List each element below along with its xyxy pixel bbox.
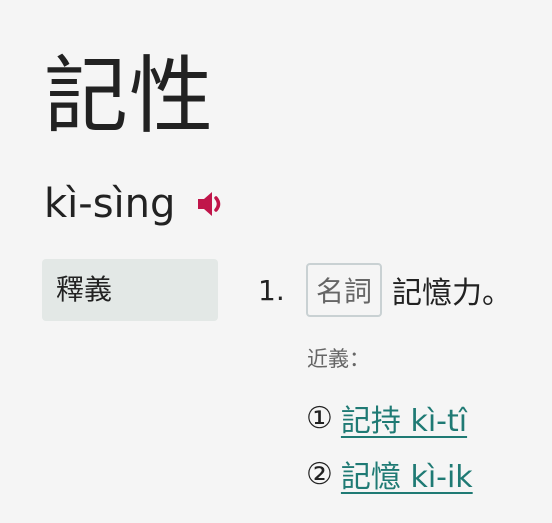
synonym-link[interactable]: 記持 kì-tî <box>341 396 467 440</box>
definition-text: 記憶力。 <box>392 276 513 311</box>
pronunciation-row: kì-sìng <box>44 178 225 230</box>
definition-number: 1. <box>258 273 285 307</box>
synonym-marker: ② <box>306 456 333 492</box>
synonym-item: ② 記憶 kì-ik <box>306 452 473 496</box>
romanization: kì-sìng <box>44 181 176 227</box>
synonyms-label: 近義： <box>307 347 370 371</box>
definition-row: 1. 名詞 記憶力。 <box>258 262 512 318</box>
synonym-item: ① 記持 kì-tî <box>306 396 467 440</box>
speaker-icon[interactable] <box>195 189 225 219</box>
synonym-link[interactable]: 記憶 kì-ik <box>341 452 473 496</box>
part-of-speech-badge: 名詞 <box>306 263 383 317</box>
synonym-marker: ① <box>306 400 333 436</box>
section-label-definition: 釋義 <box>42 259 218 321</box>
headword: 記性 <box>44 47 215 145</box>
